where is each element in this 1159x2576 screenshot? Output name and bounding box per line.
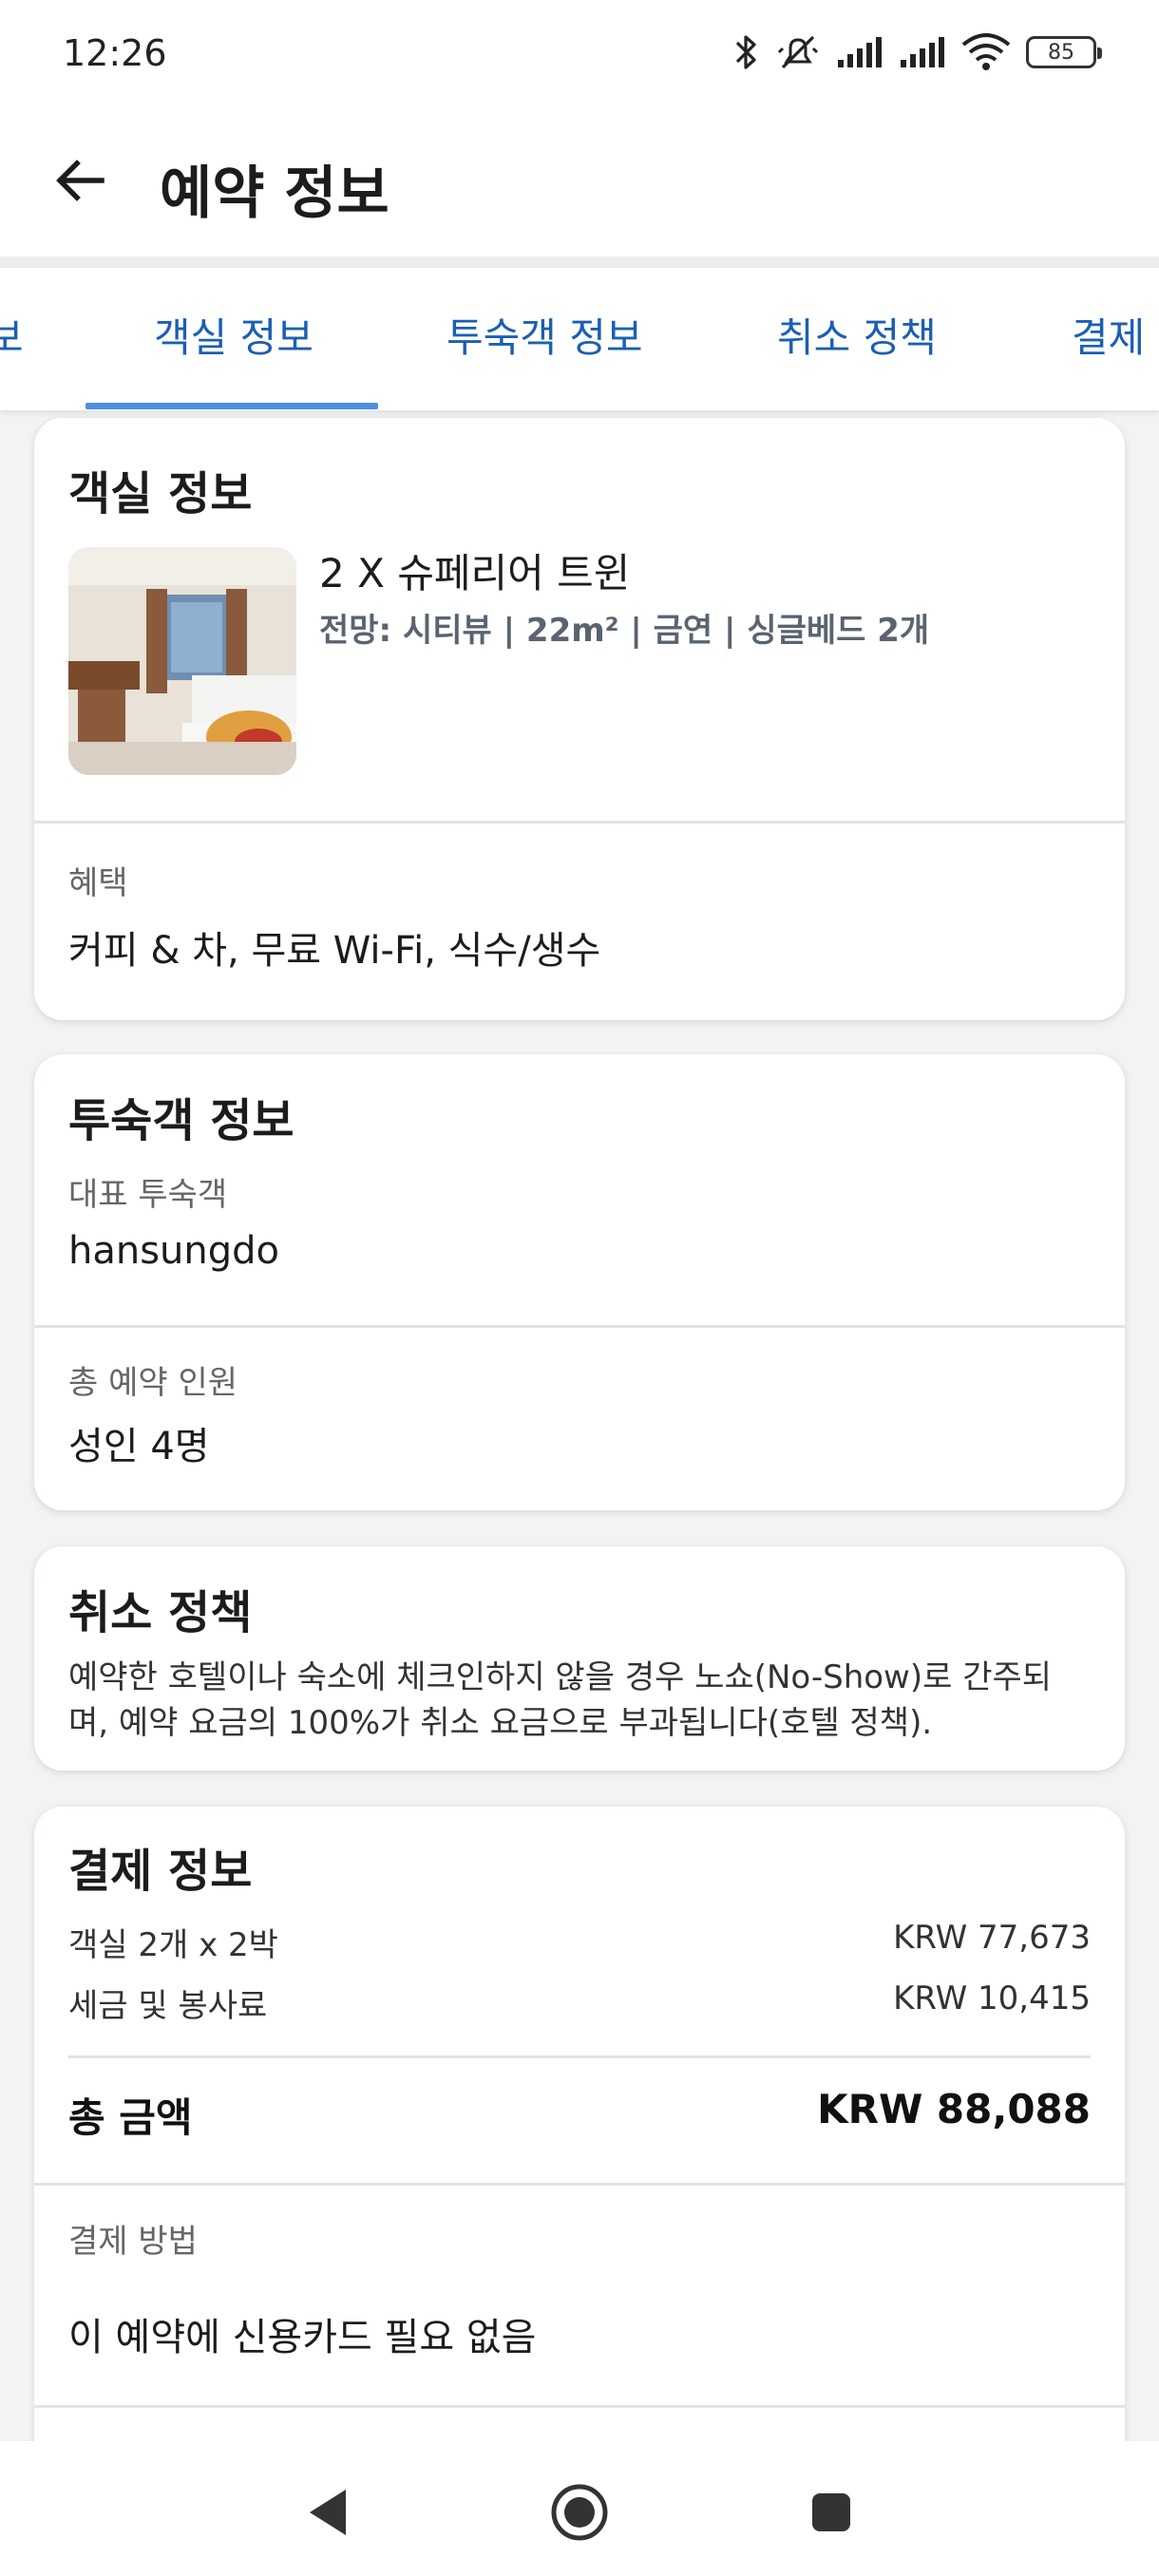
- tab-payment-info[interactable]: 결제 정: [1072, 306, 1159, 364]
- payment-row-room: 객실 2개 x 2박 KRW 77,673: [68, 1919, 1091, 1965]
- benefits-label: 혜택: [68, 864, 128, 902]
- payment-row-value: KRW 77,673: [893, 1919, 1091, 1957]
- status-time: 12:26: [63, 32, 167, 74]
- total-label: 총 금액: [68, 2094, 193, 2141]
- payment-row-label: 세금 및 봉사료: [68, 1987, 268, 2025]
- payment-method-value: 이 예약에 신용카드 필요 없음: [68, 2316, 537, 2359]
- tab-partial-left[interactable]: 보: [0, 306, 24, 364]
- room-card-title: 객실 정보: [68, 467, 253, 521]
- battery-level: 85: [1048, 40, 1074, 65]
- tab-indicator: [86, 403, 378, 409]
- app-bar: 예약 정보: [0, 109, 1159, 256]
- guest-card-title: 투숙객 정보: [68, 1094, 294, 1147]
- tab-cancel-policy[interactable]: 취소 정책: [777, 306, 937, 364]
- nav-recents-icon: [812, 2493, 850, 2531]
- payment-row-value: KRW 10,415: [893, 1979, 1091, 2017]
- back-button[interactable]: [38, 138, 124, 223]
- status-icons: 85: [732, 28, 1102, 76]
- room-photo: [68, 547, 296, 775]
- header-divider: [0, 256, 1159, 268]
- mute-icon: [777, 35, 819, 69]
- signal-icon: [901, 37, 944, 67]
- lead-guest-value: hansungdo: [68, 1229, 280, 1273]
- payment-row-label: 객실 2개 x 2박: [68, 1926, 278, 1964]
- guest-count-label: 총 예약 인원: [68, 1364, 238, 1402]
- wifi-icon: [961, 33, 1011, 70]
- room-card-divider: [34, 821, 1125, 824]
- system-nav-bar: [0, 2441, 1159, 2576]
- arrow-left-icon: [56, 160, 104, 201]
- payment-method-label: 결제 방법: [68, 2223, 198, 2261]
- cancel-policy-line2: 며, 예약 요금의 100%가 취소 요금으로 부과됩니다(호텔 정책).: [68, 1704, 933, 1742]
- payment-inner-divider: [68, 2055, 1091, 2058]
- payment-card-title: 결제 정보: [68, 1845, 253, 1898]
- room-name: 2 X 슈페리어 트윈: [319, 550, 631, 597]
- bluetooth-icon: [735, 35, 756, 69]
- cancel-card-title: 취소 정책: [68, 1586, 253, 1639]
- guest-card-divider: [34, 1325, 1125, 1328]
- nav-back-button[interactable]: [294, 2479, 361, 2546]
- tab-guest-info[interactable]: 투숙객 정보: [446, 306, 643, 364]
- payment-card-divider-bottom: [34, 2405, 1125, 2408]
- room-details: 전망: 시티뷰 | 22m² | 금연 | 싱글베드 2개: [319, 612, 930, 650]
- tab-room-info[interactable]: 객실 정보: [154, 306, 314, 364]
- page-title: 예약 정보: [160, 161, 390, 227]
- total-value: KRW 88,088: [817, 2086, 1091, 2132]
- nav-home-button[interactable]: [546, 2479, 613, 2546]
- guest-count-value: 성인 4명: [68, 1425, 210, 1468]
- payment-row-tax: 세금 및 봉사료 KRW 10,415: [68, 1979, 1091, 2026]
- cancel-policy-card: 취소 정책 예약한 호텔이나 숙소에 체크인하지 않을 경우 노쇼(No-Sho…: [34, 1546, 1125, 1771]
- payment-info-card: 결제 정보 객실 2개 x 2박 KRW 77,673 세금 및 봉사료 KRW…: [34, 1807, 1125, 2472]
- room-photo-illustration: [68, 547, 296, 775]
- payment-card-divider: [34, 2183, 1125, 2186]
- signal-icon: [838, 37, 882, 67]
- status-bar: 12:26 85: [0, 0, 1159, 109]
- nav-home-icon: [551, 2484, 608, 2541]
- nav-back-icon: [310, 2490, 346, 2535]
- nav-recents-button[interactable]: [798, 2479, 864, 2546]
- tab-bar: 보 객실 정보 투숙객 정보 취소 정책 결제 정: [0, 268, 1159, 410]
- benefits-value: 커피 & 차, 무료 Wi-Fi, 식수/생수: [68, 929, 601, 973]
- guest-info-card: 투숙객 정보 대표 투숙객 hansungdo 총 예약 인원 성인 4명: [34, 1054, 1125, 1510]
- lead-guest-label: 대표 투숙객: [68, 1176, 228, 1214]
- payment-total-row: 총 금액 KRW 88,088: [68, 2086, 1091, 2144]
- battery-icon: 85: [1026, 36, 1102, 68]
- cancel-policy-line1: 예약한 호텔이나 숙소에 체크인하지 않을 경우 노쇼(No-Show)로 간주…: [68, 1658, 1053, 1696]
- room-info-card: 객실 정보 2 X 슈페리어 트윈 전망: 시티뷰 | 22m² | 금연 | …: [34, 418, 1125, 1020]
